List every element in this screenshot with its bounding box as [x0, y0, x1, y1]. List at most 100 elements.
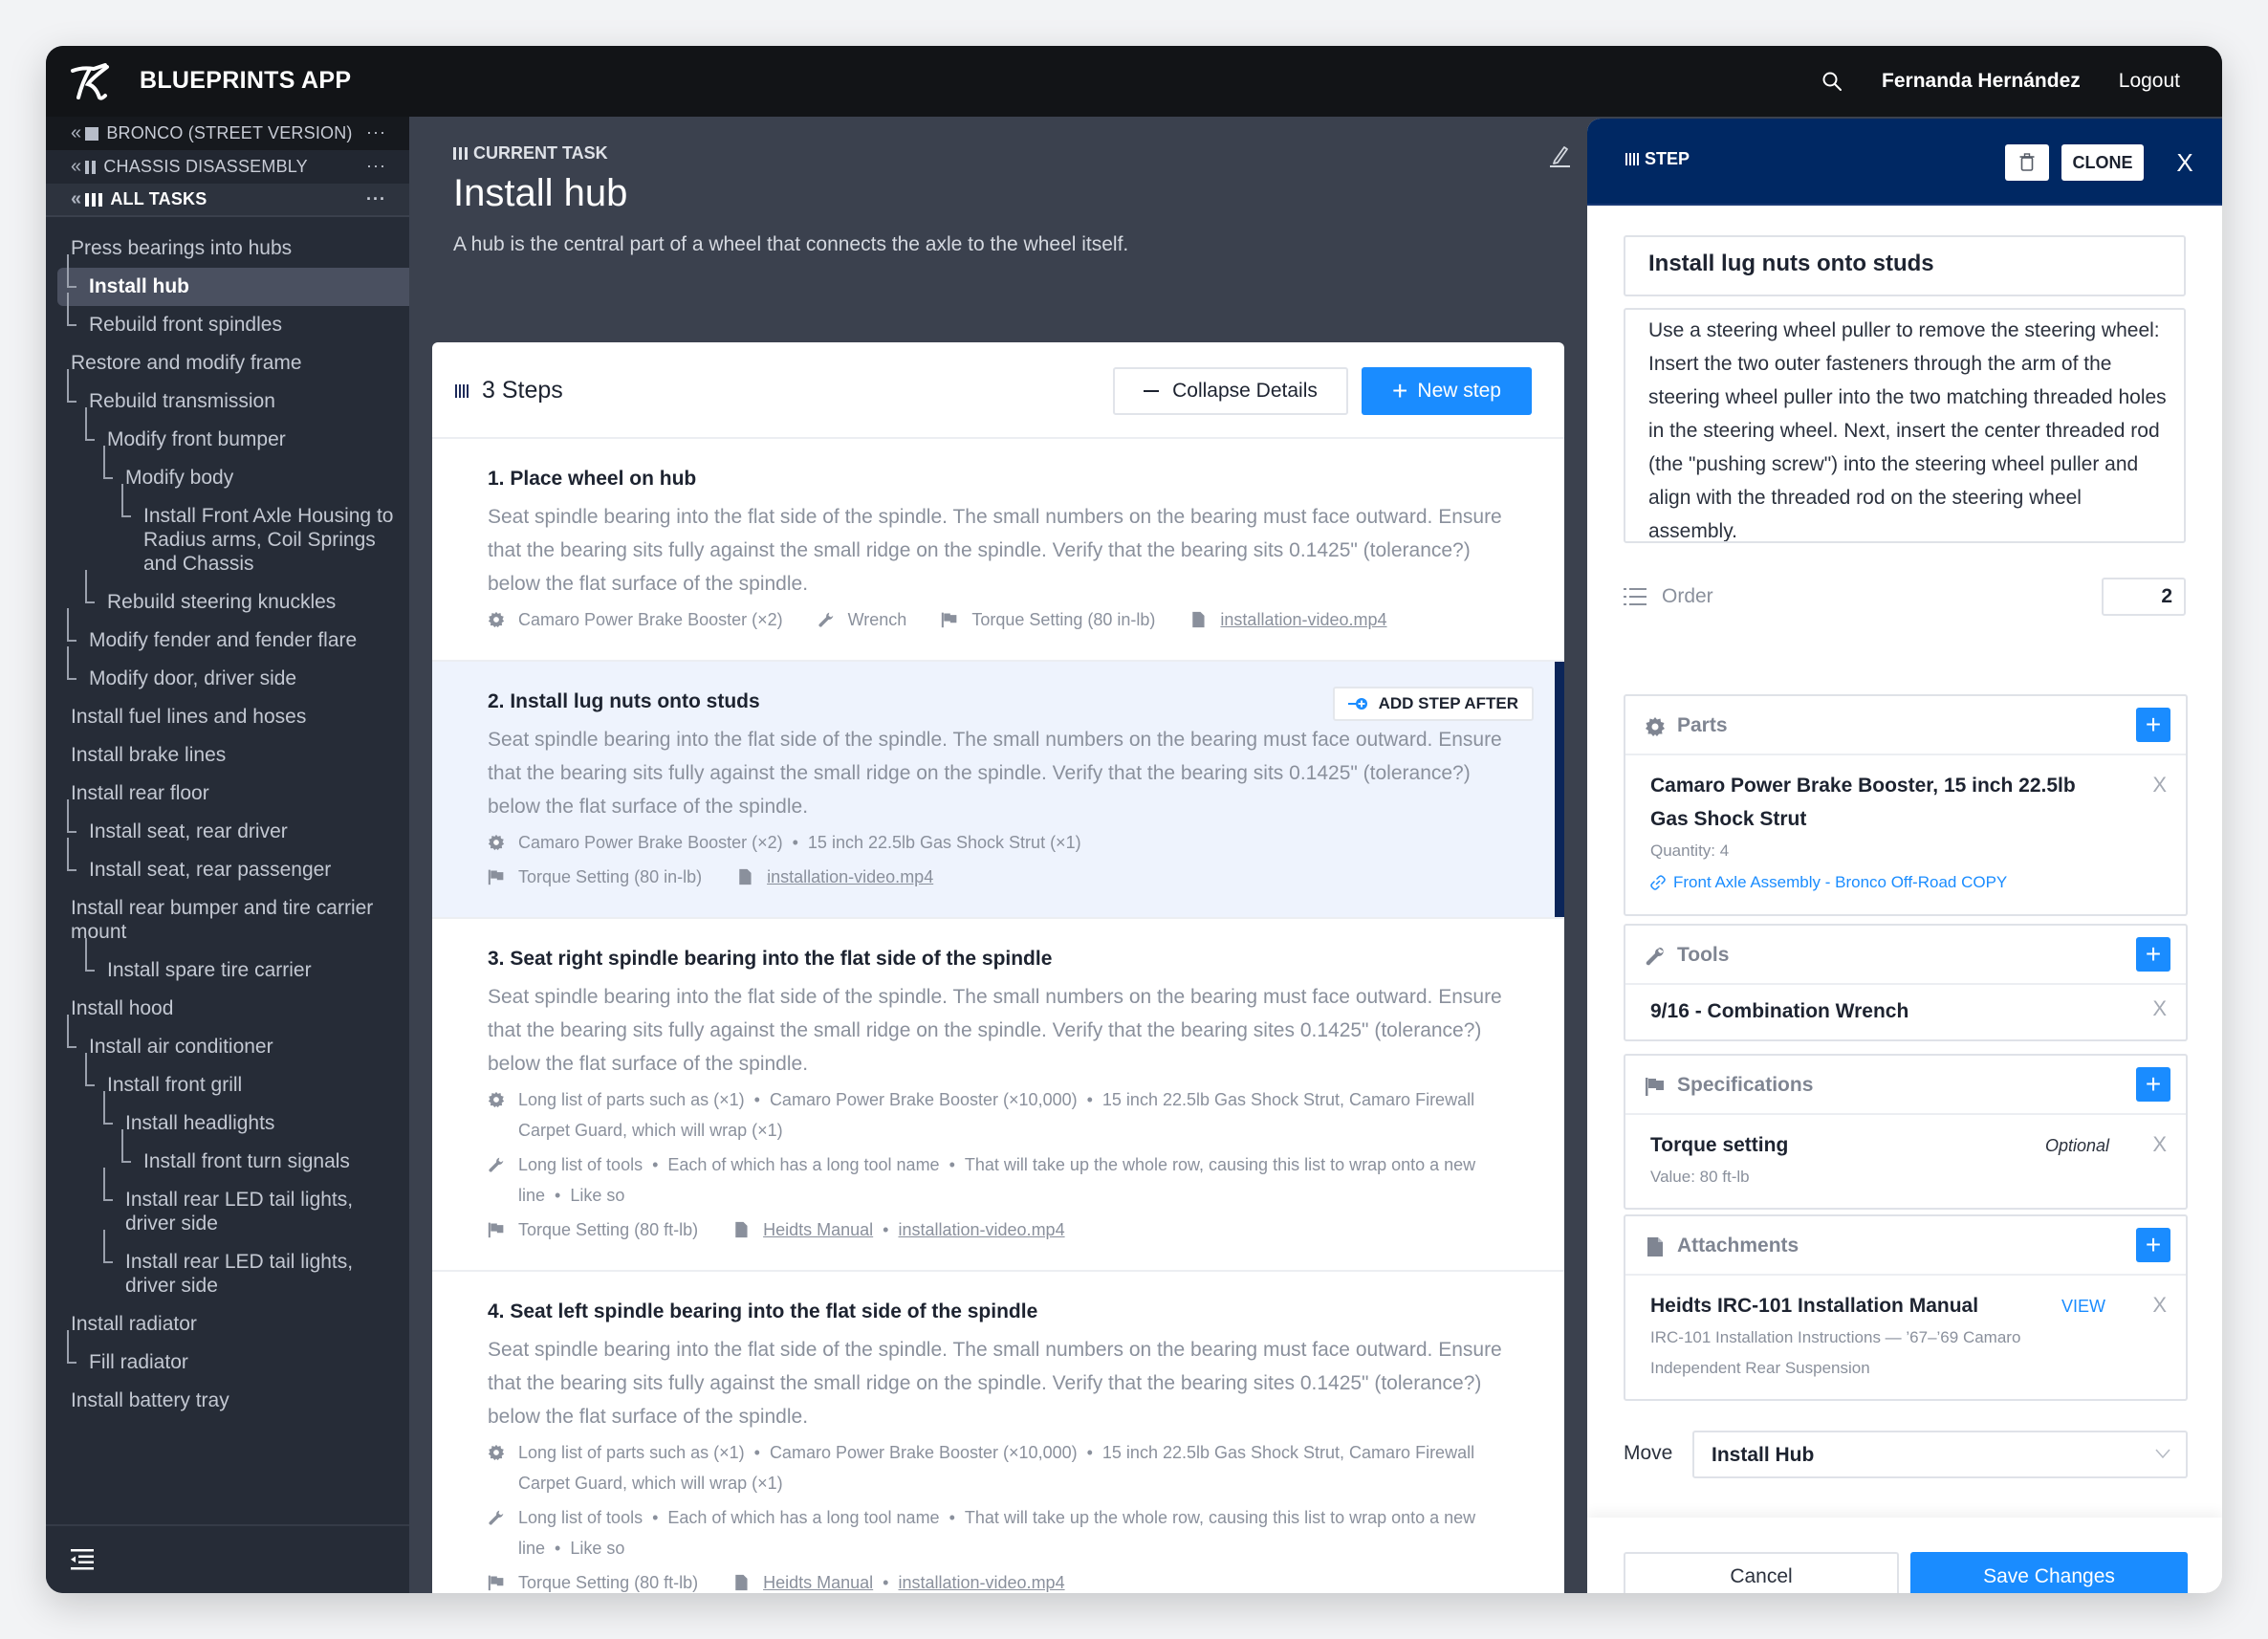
- sidebar-task-label: Install hub: [89, 275, 189, 297]
- gear-icon: [488, 611, 505, 628]
- step-item[interactable]: 2. Install lug nuts onto studs Seat spind…: [432, 662, 1564, 919]
- remove-part-button[interactable]: X: [2152, 773, 2167, 798]
- more-menu-icon[interactable]: ···: [366, 156, 386, 176]
- sidebar-task-item[interactable]: Install air conditioner: [46, 1015, 409, 1066]
- step-parts-meta: Long list of parts such as (×1) • Camaro P…: [488, 1437, 1526, 1498]
- view-attachment-button[interactable]: VIEW: [2061, 1297, 2105, 1317]
- sidebar-task-item[interactable]: Install fuel lines and hoses: [46, 698, 409, 736]
- sidebar-task-item[interactable]: Modify door, driver side: [46, 646, 409, 698]
- more-menu-icon[interactable]: ···: [366, 189, 386, 209]
- sidebar-task-item[interactable]: Install hood: [46, 990, 409, 1028]
- sidebar-task-item[interactable]: Install front turn signals: [46, 1129, 409, 1181]
- step-description: Seat spindle bearing into the flat side …: [488, 1339, 1502, 1428]
- sidebar-task-item[interactable]: Install seat, rear passenger: [46, 838, 409, 889]
- breadcrumb-section[interactable]: « CHASSIS DISASSEMBLY ···: [46, 150, 409, 184]
- sidebar-task-item[interactable]: Modify fender and fender flare: [46, 608, 409, 660]
- sidebar-task-item[interactable]: Install hub: [57, 254, 409, 306]
- separator-dot: •: [652, 1155, 659, 1174]
- sidebar-task-label: Modify front bumper: [107, 428, 286, 450]
- sidebar-task-label: Fill radiator: [89, 1351, 188, 1373]
- minus-icon: [1144, 390, 1160, 392]
- sidebar-task-item[interactable]: Install headlights: [46, 1091, 409, 1143]
- step-item[interactable]: 1. Place wheel on hub Seat spindle bearin…: [432, 439, 1564, 662]
- app-title: BLUEPRINTS APP: [140, 67, 352, 94]
- move-task-value: Install Hub: [1712, 1444, 1815, 1466]
- clone-step-button[interactable]: CLONE: [2061, 144, 2144, 181]
- step-meta-row: Long list of tools • Each of which has a l…: [488, 1502, 1526, 1563]
- attachment-link[interactable]: installation-video.mp4: [898, 1220, 1064, 1239]
- sidebar-task-item[interactable]: Restore and modify frame: [46, 344, 409, 382]
- step-description-input[interactable]: Use a steering wheel puller to remove th…: [1624, 308, 2186, 543]
- part-name: Camaro Power Brake Booster, 15 inch 22.5…: [1650, 775, 2076, 830]
- separator-dot: •: [1086, 1090, 1093, 1109]
- attachment-link[interactable]: installation-video.mp4: [1220, 610, 1386, 629]
- step-item[interactable]: 4. Seat left spindle bearing into the fl…: [432, 1272, 1564, 1593]
- sidebar: « BRONCO (STREET VERSION) ··· « CHASSIS …: [46, 117, 409, 1593]
- search-icon[interactable]: [1821, 70, 1843, 93]
- add-attachment-button[interactable]: +: [2136, 1228, 2170, 1262]
- sidebar-task-item[interactable]: Rebuild front spindles: [46, 293, 409, 344]
- new-step-button[interactable]: + New step: [1362, 367, 1532, 415]
- collapse-sidebar-icon[interactable]: [71, 1549, 94, 1570]
- sidebar-task-item[interactable]: Rebuild steering knuckles: [46, 570, 409, 622]
- sidebar-task-item[interactable]: Modify body: [46, 446, 409, 497]
- part-source-link[interactable]: Front Axle Assembly - Bronco Off-Road CO…: [1650, 866, 2119, 899]
- remove-attachment-button[interactable]: X: [2152, 1293, 2167, 1318]
- attachment-link[interactable]: Heidts Manual: [763, 1573, 873, 1592]
- attachment-link[interactable]: Heidts Manual: [763, 1220, 873, 1239]
- app-logo-icon[interactable]: [69, 61, 117, 101]
- attachment-link[interactable]: installation-video.mp4: [898, 1573, 1064, 1592]
- add-step-after-button[interactable]: ADD STEP AFTER: [1332, 687, 1534, 721]
- sidebar-task-item[interactable]: Install rear LED tail lights, driver sid…: [46, 1230, 409, 1305]
- sidebar-task-item[interactable]: Install battery tray: [46, 1382, 409, 1420]
- sidebar-task-label: Install headlights: [125, 1112, 275, 1134]
- order-input[interactable]: [2102, 578, 2186, 616]
- sidebar-task-item[interactable]: Install rear bumper and tire carrier mou…: [46, 889, 409, 951]
- sidebar-task-item[interactable]: Modify front bumper: [46, 407, 409, 459]
- tree-connector: [67, 608, 69, 642]
- logout-link[interactable]: Logout: [2119, 70, 2180, 93]
- sidebar-task-item[interactable]: Install front grill: [46, 1053, 409, 1104]
- more-menu-icon[interactable]: ···: [366, 122, 386, 142]
- tree-connector: [67, 1015, 69, 1048]
- save-changes-button[interactable]: Save Changes: [1910, 1552, 2188, 1593]
- user-name[interactable]: Fernanda Hernández: [1882, 70, 2081, 93]
- sidebar-task-label: Install fuel lines and hoses: [71, 706, 307, 728]
- step-parts-meta: Camaro Power Brake Booster (×2) • 15 inch …: [488, 827, 1526, 858]
- step-title-input[interactable]: Install lug nuts onto studs: [1624, 235, 2186, 296]
- gear-icon: [488, 834, 505, 851]
- current-task-label: CURRENT TASK: [453, 143, 608, 164]
- sidebar-task-item[interactable]: Install rear floor: [46, 775, 409, 813]
- spec-item: Torque Setting (80 in-lb): [518, 867, 703, 886]
- sidebar-task-item[interactable]: Install spare tire carrier: [46, 938, 409, 990]
- sidebar-task-item[interactable]: Install Front Axle Housing to Radius arm…: [46, 484, 409, 583]
- sidebar-task-item[interactable]: Install seat, rear driver: [46, 799, 409, 851]
- move-task-select[interactable]: Install Hub: [1692, 1431, 2188, 1478]
- cancel-button[interactable]: Cancel: [1624, 1552, 1899, 1593]
- flag-icon: [488, 869, 504, 885]
- collapse-details-button[interactable]: Collapse Details: [1113, 367, 1348, 415]
- remove-tool-button[interactable]: X: [2152, 996, 2167, 1021]
- close-panel-button[interactable]: X: [2172, 145, 2197, 180]
- add-tool-button[interactable]: +: [2136, 937, 2170, 972]
- breadcrumb-all-tasks[interactable]: « ALL TASKS ···: [46, 184, 409, 217]
- step-parts-meta: Long list of parts such as (×1) • Camaro P…: [488, 1084, 1526, 1146]
- sidebar-task-item[interactable]: Install radiator: [46, 1305, 409, 1344]
- top-bar: BLUEPRINTS APP Fernanda Hernández Logout: [46, 46, 2222, 117]
- sidebar-task-item[interactable]: Fill radiator: [46, 1330, 409, 1382]
- order-row: Order: [1624, 578, 2186, 616]
- step-description: Seat spindle bearing into the flat side …: [488, 986, 1502, 1075]
- breadcrumb-project[interactable]: « BRONCO (STREET VERSION) ···: [46, 117, 409, 150]
- add-part-button[interactable]: +: [2136, 708, 2170, 742]
- add-specification-button[interactable]: +: [2136, 1067, 2170, 1102]
- attachment-link[interactable]: installation-video.mp4: [767, 867, 933, 886]
- tree-connector: [121, 484, 123, 517]
- delete-step-button[interactable]: [2005, 144, 2049, 181]
- sidebar-task-item[interactable]: Install rear LED tail lights, driver sid…: [46, 1168, 409, 1243]
- edit-pencil-icon[interactable]: [1547, 143, 1572, 168]
- sidebar-task-item[interactable]: Press bearings into hubs: [46, 229, 409, 268]
- sidebar-task-item[interactable]: Install brake lines: [46, 736, 409, 775]
- remove-specification-button[interactable]: X: [2152, 1132, 2167, 1157]
- step-item[interactable]: 3. Seat right spindle bearing into the f…: [432, 919, 1564, 1272]
- sidebar-task-item[interactable]: Rebuild transmission: [46, 369, 409, 421]
